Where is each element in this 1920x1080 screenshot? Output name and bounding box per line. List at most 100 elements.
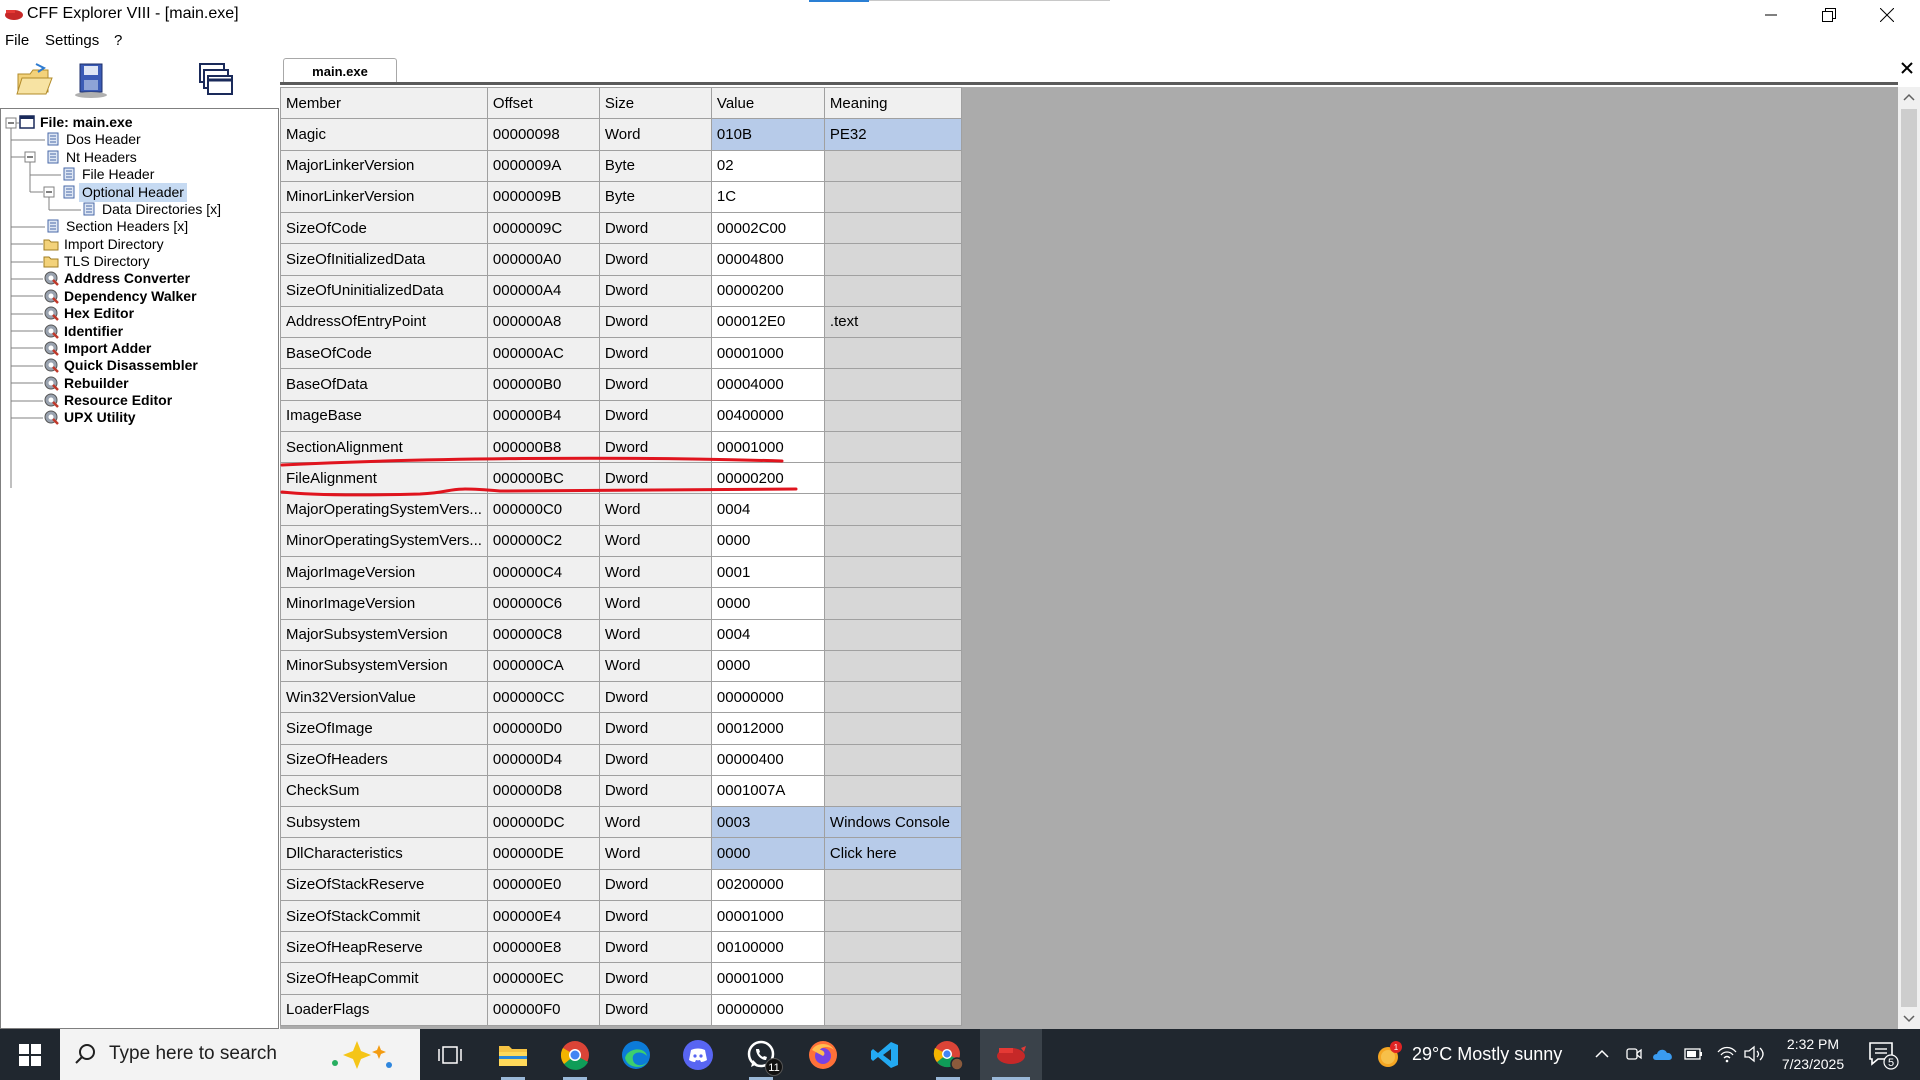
table-row[interactable]: Subsystem 000000DC Word 0003 Windows Console — [280, 806, 962, 839]
value-cell[interactable]: 00000000 — [710, 993, 825, 1026]
close-window-button[interactable] — [1858, 0, 1916, 29]
onedrive-icon[interactable] — [1652, 1045, 1674, 1063]
value-cell[interactable]: 0004 — [710, 493, 825, 526]
value-cell[interactable]: 0000 — [710, 524, 825, 557]
close-tab-icon[interactable] — [1900, 61, 1914, 75]
value-cell[interactable]: 00001000 — [710, 430, 825, 464]
task-view-button[interactable] — [420, 1029, 480, 1080]
value-cell[interactable]: 0000 — [710, 649, 825, 683]
value-cell[interactable]: 00012000 — [710, 712, 825, 745]
table-row[interactable]: SizeOfHeaders 000000D4 Dword 00000400 — [280, 743, 962, 776]
column-header-member[interactable]: Member — [280, 86, 488, 120]
whatsapp-button[interactable]: 11 — [731, 1029, 791, 1080]
table-row[interactable]: CheckSum 000000D8 Dword 0001007A — [280, 774, 962, 808]
table-row[interactable]: SizeOfHeapCommit 000000EC Dword 00001000 — [280, 962, 962, 995]
battery-icon[interactable] — [1684, 1046, 1704, 1062]
table-row[interactable]: AddressOfEntryPoint 000000A8 Dword 000012E0… — [280, 305, 962, 339]
volume-icon[interactable] — [1743, 1044, 1767, 1064]
menu-help[interactable]: ? — [114, 32, 122, 49]
table-row[interactable]: SizeOfImage 000000D0 Dword 00012000 — [280, 712, 962, 745]
value-cell[interactable]: 00002C00 — [710, 212, 825, 245]
taskbar-clock[interactable]: 2:32 PM 7/23/2025 — [1774, 1034, 1852, 1074]
table-row[interactable]: SizeOfHeapReserve 000000E8 Dword 00100000 — [280, 931, 962, 964]
table-row[interactable]: DllCharacteristics 000000DE Word 0000 Click … — [280, 837, 962, 870]
column-header-meaning[interactable]: Meaning — [823, 86, 962, 120]
value-cell[interactable]: 0001 — [710, 555, 825, 589]
menu-file[interactable]: File — [5, 32, 29, 49]
file-explorer-button[interactable] — [483, 1029, 543, 1080]
table-row[interactable]: SizeOfInitializedData 000000A0 Dword 000048… — [280, 243, 962, 276]
windows-layout-icon[interactable] — [194, 60, 236, 100]
table-row[interactable]: MinorOperatingSystemVers... 000000C2 Word 0… — [280, 524, 962, 557]
firefox-button[interactable] — [793, 1029, 853, 1080]
value-cell[interactable]: 02 — [710, 149, 825, 182]
value-cell[interactable]: 00000200 — [710, 274, 825, 307]
vertical-scrollbar[interactable] — [1898, 87, 1920, 1029]
value-cell[interactable]: 00001000 — [710, 962, 825, 995]
chrome-button[interactable] — [545, 1029, 605, 1080]
table-row[interactable]: BaseOfData 000000B0 Dword 00004000 — [280, 368, 962, 401]
table-row[interactable]: MajorSubsystemVersion 000000C8 Word 0004 — [280, 618, 962, 651]
edge-button[interactable] — [606, 1029, 666, 1080]
discord-button[interactable] — [668, 1029, 728, 1080]
value-cell[interactable]: 00004000 — [710, 368, 825, 401]
value-cell[interactable]: 00000200 — [710, 462, 825, 495]
value-cell[interactable]: 0001007A — [710, 774, 825, 808]
table-row[interactable]: Win32VersionValue 000000CC Dword 00000000 — [280, 681, 962, 714]
value-cell[interactable]: 010B — [710, 118, 825, 151]
table-row[interactable]: MajorLinkerVersion 0000009A Byte 02 — [280, 149, 962, 182]
scroll-down-icon[interactable] — [1898, 1009, 1920, 1029]
table-row[interactable]: LoaderFlags 000000F0 Dword 00000000 — [280, 993, 962, 1026]
scroll-up-icon[interactable] — [1898, 87, 1920, 107]
tree-item-upx-utility[interactable]: UPX Utility — [1, 407, 277, 428]
value-cell[interactable]: 0003 — [710, 806, 825, 839]
save-file-icon[interactable] — [70, 60, 112, 100]
tab-main-exe[interactable]: main.exe — [283, 58, 397, 84]
column-header-value[interactable]: Value — [710, 86, 825, 120]
value-cell[interactable]: 00001000 — [710, 337, 825, 370]
value-cell[interactable]: 00400000 — [710, 399, 825, 432]
table-row[interactable]: MajorOperatingSystemVers... 000000C0 Word 0… — [280, 493, 962, 526]
value-cell[interactable]: 00200000 — [710, 868, 825, 901]
wifi-icon[interactable] — [1716, 1044, 1738, 1064]
table-row[interactable]: SectionAlignment 000000B8 Dword 00001000 — [280, 430, 962, 464]
value-cell[interactable]: 0000 — [710, 587, 825, 620]
value-cell[interactable]: 00004800 — [710, 243, 825, 276]
cff-explorer-taskbar-button[interactable] — [980, 1029, 1042, 1080]
notification-center-icon[interactable]: 5 — [1866, 1039, 1900, 1071]
scrollbar-thumb[interactable] — [1901, 109, 1917, 1007]
chrome-profile-button[interactable] — [918, 1029, 978, 1080]
vscode-button[interactable] — [855, 1029, 915, 1080]
table-row[interactable]: MinorLinkerVersion 0000009B Byte 1C — [280, 180, 962, 214]
start-button[interactable] — [0, 1029, 60, 1080]
minimize-button[interactable] — [1742, 0, 1800, 29]
weather-text[interactable]: 29°C Mostly sunny — [1412, 1044, 1562, 1065]
table-row[interactable]: MinorSubsystemVersion 000000CA Word 0000 — [280, 649, 962, 683]
column-header-offset[interactable]: Offset — [486, 86, 600, 120]
table-row[interactable]: MajorImageVersion 000000C4 Word 0001 — [280, 555, 962, 589]
table-row[interactable]: ImageBase 000000B4 Dword 00400000 — [280, 399, 962, 432]
table-row[interactable]: SizeOfCode 0000009C Dword 00002C00 — [280, 212, 962, 245]
value-cell[interactable]: 0004 — [710, 618, 825, 651]
value-cell[interactable]: 00100000 — [710, 931, 825, 964]
table-row[interactable]: BaseOfCode 000000AC Dword 00001000 — [280, 337, 962, 370]
meet-now-icon[interactable] — [1625, 1045, 1643, 1063]
menu-settings[interactable]: Settings — [45, 32, 99, 49]
table-row[interactable]: FileAlignment 000000BC Dword 00000200 — [280, 462, 962, 495]
taskbar-search-box[interactable]: Type here to search — [60, 1029, 420, 1080]
value-cell[interactable]: 0000 — [710, 837, 825, 870]
table-row[interactable]: SizeOfStackCommit 000000E4 Dword 00001000 — [280, 899, 962, 933]
value-cell[interactable]: 00000000 — [710, 681, 825, 714]
weather-sun-icon[interactable]: 1 — [1374, 1039, 1406, 1071]
value-cell[interactable]: 00001000 — [710, 899, 825, 933]
value-cell[interactable]: 1C — [710, 180, 825, 214]
table-row[interactable]: SizeOfUninitializedData 000000A4 Dword 0000… — [280, 274, 962, 307]
open-file-icon[interactable] — [14, 60, 56, 100]
column-header-size[interactable]: Size — [598, 86, 712, 120]
table-row[interactable]: MinorImageVersion 000000C6 Word 0000 — [280, 587, 962, 620]
restore-button[interactable] — [1800, 0, 1858, 29]
table-row[interactable]: SizeOfStackReserve 000000E0 Dword 00200000 — [280, 868, 962, 901]
table-row[interactable]: Magic 00000098 Word 010B PE32 — [280, 118, 962, 151]
chevron-up-icon[interactable] — [1594, 1046, 1610, 1062]
value-cell[interactable]: 000012E0 — [710, 305, 825, 339]
